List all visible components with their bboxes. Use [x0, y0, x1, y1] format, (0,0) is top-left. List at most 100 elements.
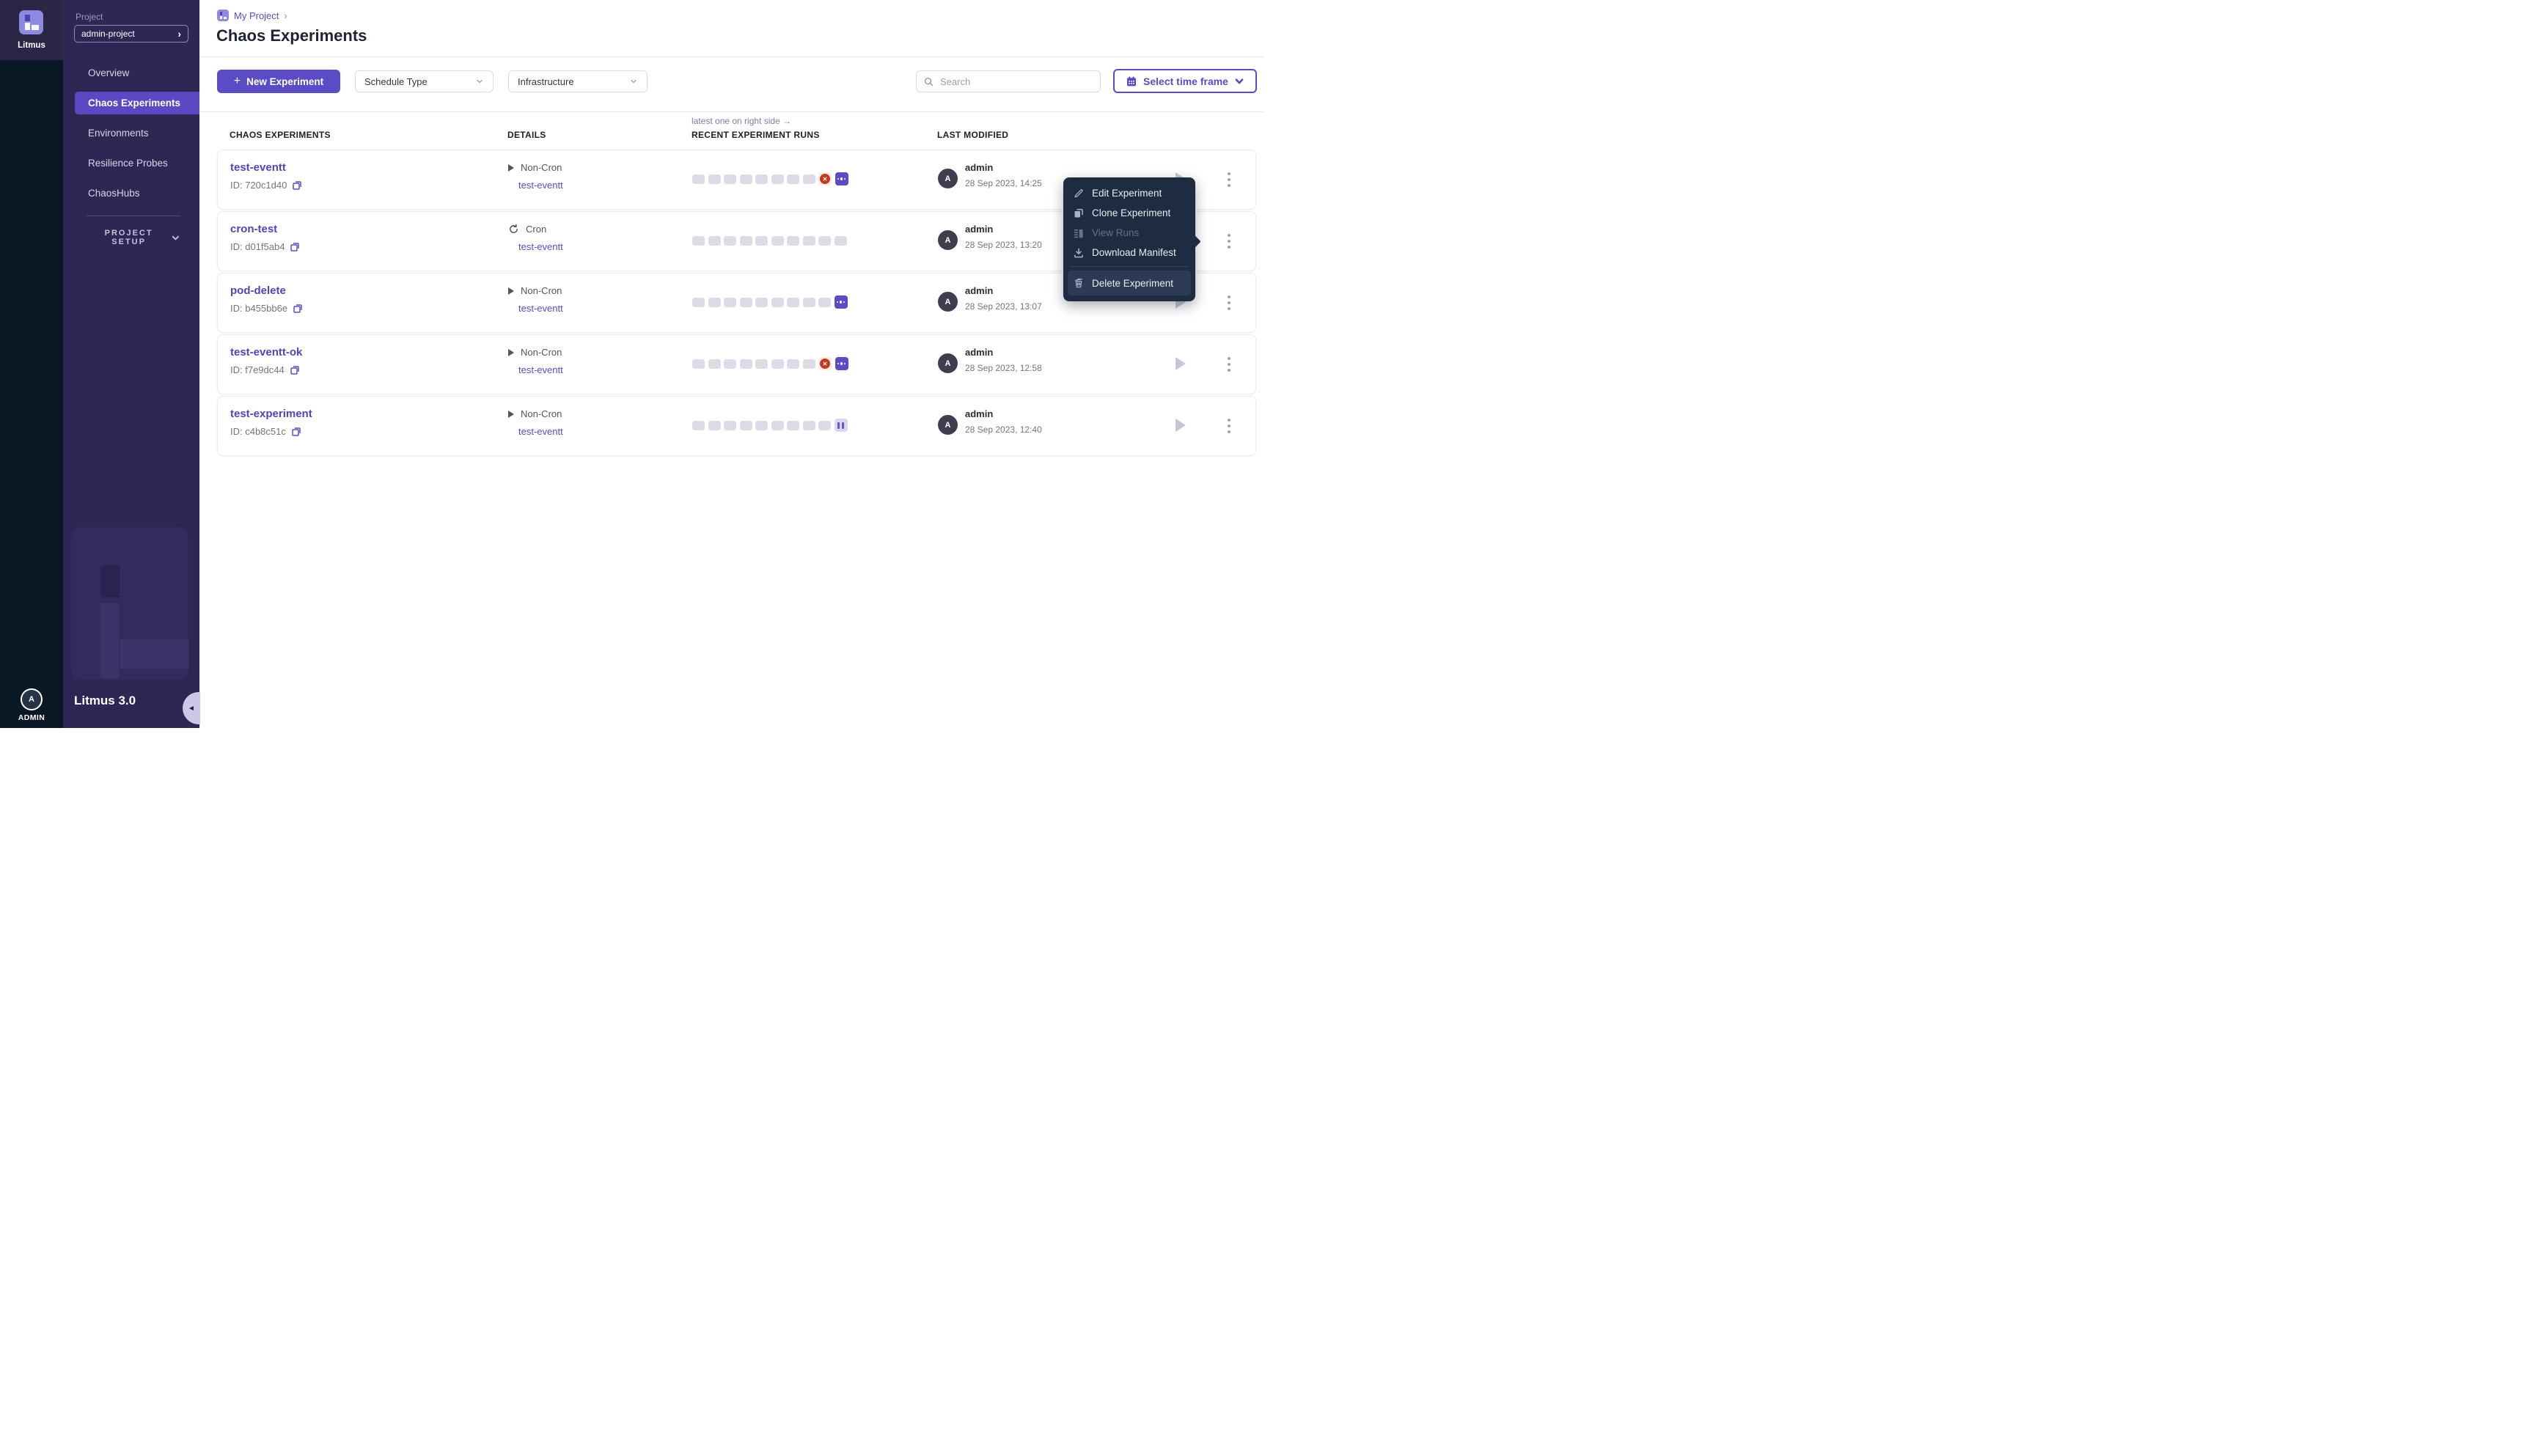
run-slot-empty: [755, 359, 768, 369]
run-slot-empty: [708, 235, 721, 246]
run-slot-empty: [802, 359, 815, 369]
sidebar-item-chaoshubs[interactable]: ChaosHubs: [63, 182, 199, 205]
run-failed-badge[interactable]: ✕: [818, 172, 832, 185]
infrastructure-link[interactable]: test-eventt: [518, 426, 563, 437]
new-experiment-button[interactable]: + New Experiment: [217, 70, 340, 93]
menu-divider: [1071, 266, 1188, 267]
experiment-name-link[interactable]: cron-test: [230, 223, 277, 235]
chevron-down-icon: [477, 79, 483, 84]
litmus-logo-icon: [19, 10, 43, 34]
menu-item-delete-experiment[interactable]: Delete Experiment: [1068, 271, 1191, 295]
sidebar-item-environments[interactable]: Environments: [63, 122, 199, 144]
infrastructure-link[interactable]: test-eventt: [518, 364, 563, 375]
search-input[interactable]: [916, 70, 1101, 92]
modified-by-avatar: A: [938, 230, 958, 250]
run-slot-empty: [787, 235, 799, 246]
admin-user-menu[interactable]: A ADMIN: [0, 688, 63, 722]
breadcrumb-project-link[interactable]: My Project: [234, 10, 279, 21]
copy-icon[interactable]: [290, 242, 300, 252]
menu-item-view-runs[interactable]: View Runs: [1063, 223, 1195, 243]
experiment-name-link[interactable]: pod-delete: [230, 284, 286, 297]
recent-runs-strip: ✕: [692, 172, 848, 185]
project-select-value: admin-project: [81, 29, 135, 39]
pencil-icon: [1073, 188, 1085, 199]
menu-item-edit-experiment[interactable]: Edit Experiment: [1063, 183, 1195, 203]
modified-by: admin: [965, 285, 994, 296]
experiment-name-link[interactable]: test-eventt-ok: [230, 346, 302, 359]
admin-avatar[interactable]: A: [21, 688, 43, 710]
copy-icon[interactable]: [291, 427, 301, 437]
sidebar-item-chaos-experiments[interactable]: Chaos Experiments: [75, 92, 199, 114]
row-menu-button[interactable]: [1221, 290, 1237, 316]
sidebar-nav: Overview Chaos Experiments Environments Res…: [63, 62, 199, 212]
infrastructure-link[interactable]: test-eventt: [518, 180, 563, 191]
row-menu-button[interactable]: [1221, 228, 1237, 254]
run-slot-empty: [724, 235, 736, 246]
copy-icon[interactable]: [292, 180, 302, 191]
play-icon: [1176, 419, 1186, 432]
row-menu-button[interactable]: [1221, 166, 1237, 193]
modified-by-avatar: A: [938, 292, 958, 312]
non-cron-play-icon: [508, 287, 514, 295]
select-time-frame-button[interactable]: Select time frame: [1113, 69, 1257, 93]
modified-by-avatar: A: [938, 415, 958, 435]
column-details: DETAILS: [507, 130, 546, 140]
run-slot-empty: [739, 235, 752, 246]
toolbar-divider: [199, 111, 1264, 112]
run-slot-empty: [708, 420, 721, 430]
copy-icon[interactable]: [293, 304, 303, 314]
sidebar: Project admin-project › Overview Chaos Ex…: [63, 0, 199, 728]
menu-item-download-manifest[interactable]: Download Manifest: [1063, 243, 1195, 262]
modified-by-avatar: A: [938, 169, 958, 188]
row-menu-button[interactable]: [1221, 413, 1237, 439]
run-slot-empty: [755, 420, 768, 430]
infrastructure-filter[interactable]: Infrastructure: [508, 70, 648, 92]
experiment-id: ID: b455bb6e: [230, 303, 288, 314]
copy-icon[interactable]: [290, 365, 300, 375]
schedule-type-filter[interactable]: Schedule Type: [355, 70, 494, 92]
run-more-badge[interactable]: [835, 172, 848, 185]
litmus-watermark: [71, 527, 188, 680]
recent-runs-strip: ✕: [692, 357, 848, 370]
litmus-logo[interactable]: Litmus: [0, 0, 63, 60]
run-slot-empty: [787, 174, 799, 184]
run-slot-empty: [771, 235, 784, 246]
runs-icon: [1073, 227, 1085, 239]
trash-icon: [1073, 277, 1085, 289]
infrastructure-link[interactable]: test-eventt: [518, 241, 563, 252]
sidebar-item-resilience-probes[interactable]: Resilience Probes: [63, 152, 199, 174]
recent-runs-strip: [692, 419, 848, 432]
experiment-id: ID: d01f5ab4: [230, 241, 285, 252]
run-more-badge[interactable]: [835, 357, 848, 370]
infrastructure-link[interactable]: test-eventt: [518, 303, 563, 314]
run-failed-badge[interactable]: ✕: [818, 357, 832, 370]
non-cron-play-icon: [508, 348, 514, 356]
run-slot-empty: [739, 420, 752, 430]
modified-date: 28 Sep 2023, 12:40: [965, 424, 1042, 435]
project-setup-toggle[interactable]: PROJECT SETUP: [87, 229, 180, 246]
experiment-name-link[interactable]: test-eventt: [230, 161, 286, 174]
non-cron-play-icon: [508, 410, 514, 418]
runs-note: latest one on right side →: [692, 116, 792, 126]
sidebar-item-overview[interactable]: Overview: [63, 62, 199, 84]
breadcrumb-logo-icon: [217, 10, 229, 21]
run-paused-badge[interactable]: [834, 419, 848, 432]
row-menu-button[interactable]: [1221, 351, 1237, 378]
run-more-badge[interactable]: [834, 295, 848, 309]
cron-icon: [508, 224, 519, 235]
run-experiment-button[interactable]: [1171, 416, 1190, 435]
experiment-name-link[interactable]: test-experiment: [230, 408, 312, 420]
run-slot-empty: [692, 174, 705, 184]
run-slot-empty: [739, 174, 752, 184]
run-slot-empty: [708, 174, 721, 184]
menu-item-clone-experiment[interactable]: Clone Experiment: [1063, 203, 1195, 223]
project-select[interactable]: admin-project ›: [74, 25, 188, 43]
run-experiment-button[interactable]: [1171, 354, 1190, 373]
breadcrumb-chevron: ›: [284, 10, 287, 21]
run-slot-empty: [755, 174, 768, 184]
modified-date: 28 Sep 2023, 13:20: [965, 240, 1042, 250]
modified-date: 28 Sep 2023, 12:58: [965, 363, 1042, 373]
table-row: test-eventt-ok ID: f7e9dc44 Non-Cron tes…: [217, 334, 1256, 394]
app-root: Litmus A ADMIN Project admin-project › O…: [0, 0, 1264, 728]
plus-icon: +: [233, 75, 241, 87]
